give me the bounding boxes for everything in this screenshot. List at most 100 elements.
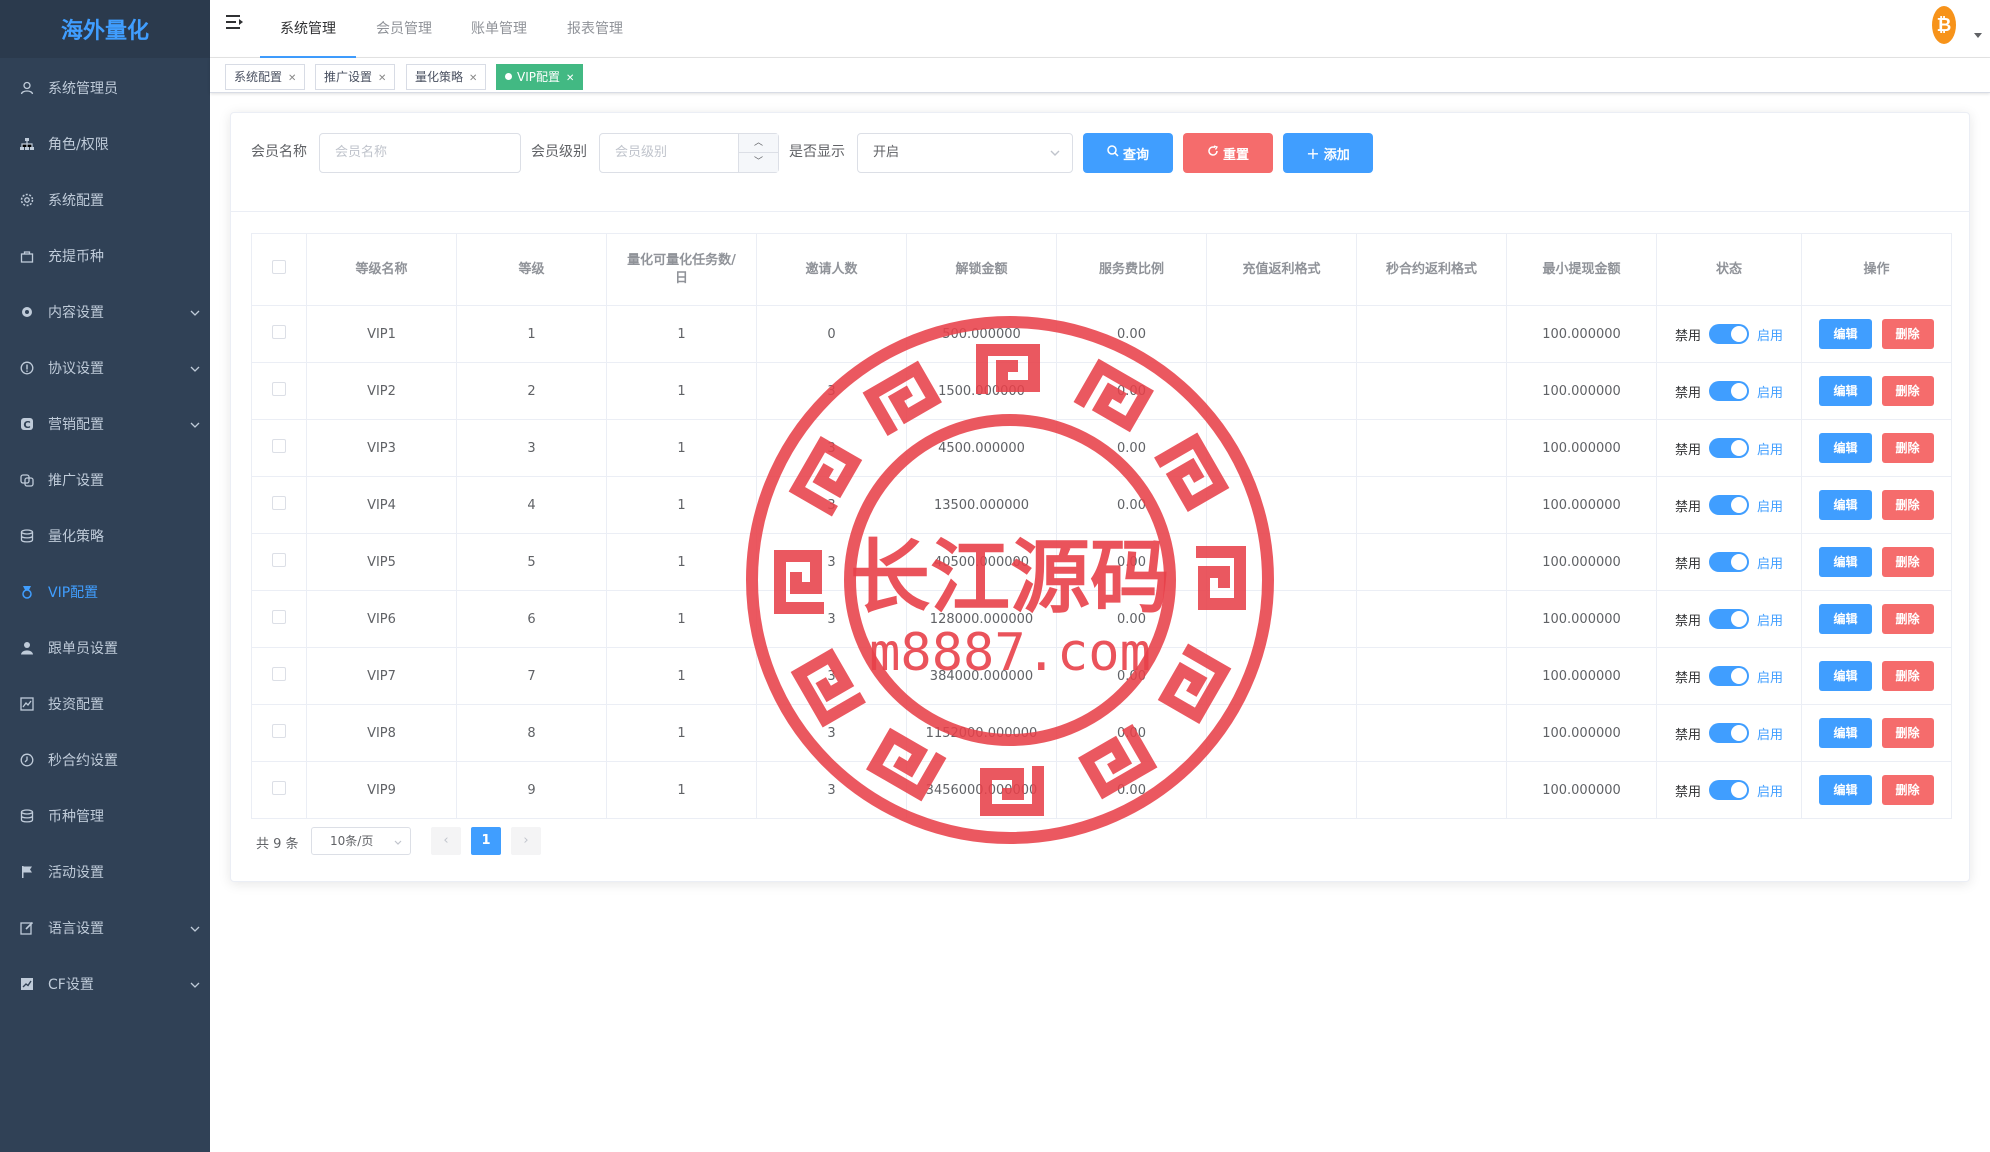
delete-button[interactable]: 删除 <box>1881 433 1934 463</box>
sidebar-item-17[interactable]: CF设置 <box>0 956 210 1012</box>
select-all-checkbox[interactable] <box>251 233 307 306</box>
row-checkbox[interactable] <box>251 476 307 534</box>
member-level-input[interactable]: 会员级别 ︿ ﹀ <box>599 133 779 173</box>
member-name-input[interactable]: 会员名称 <box>319 133 521 173</box>
edit-button[interactable]: 编辑 <box>1819 604 1872 634</box>
app-logo[interactable]: 海外量化 <box>0 0 210 58</box>
sidebar-item-6[interactable]: 协议设置 <box>0 340 210 396</box>
chevron-down-icon <box>190 304 200 320</box>
delete-button[interactable]: 删除 <box>1881 718 1934 748</box>
edit-button[interactable]: 编辑 <box>1819 433 1872 463</box>
sidebar-item-1[interactable]: 系统管理员 <box>0 60 210 116</box>
sidebar-item-2[interactable]: 角色/权限 <box>0 116 210 172</box>
sidebar-item-4[interactable]: 充提币种 <box>0 228 210 284</box>
delete-button[interactable]: 删除 <box>1881 547 1934 577</box>
edit-button[interactable]: 编辑 <box>1819 718 1872 748</box>
cell-name: VIP5 <box>306 533 457 591</box>
cell-actions: 编辑 删除 <box>1801 305 1952 363</box>
sidebar-item-10[interactable]: VIP配置 <box>0 564 210 620</box>
edit-button[interactable]: 编辑 <box>1819 376 1872 406</box>
status-on-label: 启用 <box>1757 328 1784 344</box>
edit-button[interactable]: 编辑 <box>1819 775 1872 805</box>
status-toggle[interactable] <box>1709 552 1749 572</box>
row-checkbox[interactable] <box>251 419 307 477</box>
delete-button[interactable]: 删除 <box>1881 490 1934 520</box>
row-checkbox[interactable] <box>251 647 307 705</box>
tag-strategy[interactable]: 量化策略 ✕ <box>406 64 487 90</box>
status-toggle[interactable] <box>1709 609 1749 629</box>
row-checkbox[interactable] <box>251 704 307 762</box>
tab-system[interactable]: 系统管理 <box>260 0 356 58</box>
row-checkbox[interactable] <box>251 761 307 819</box>
row-checkbox[interactable] <box>251 533 307 591</box>
status-toggle[interactable] <box>1709 324 1749 344</box>
sidebar-item-13[interactable]: 秒合约设置 <box>0 732 210 788</box>
sidebar-item-7[interactable]: C 营销配置 <box>0 396 210 452</box>
delete-button[interactable]: 删除 <box>1881 775 1934 805</box>
caret-down-icon[interactable] <box>1974 28 1982 43</box>
cell-min_withdraw: 100.000000 <box>1506 647 1657 705</box>
display-select[interactable]: 开启 <box>857 133 1073 173</box>
sidebar-item-8[interactable]: 推广设置 <box>0 452 210 508</box>
stepper-up-icon[interactable]: ︿ <box>739 134 778 153</box>
chart-icon <box>18 695 36 713</box>
sidebar-item-3[interactable]: 系统配置 <box>0 172 210 228</box>
close-icon[interactable]: ✕ <box>378 73 386 84</box>
tab-bills[interactable]: 账单管理 <box>471 0 527 58</box>
sidebar-item-14[interactable]: 币种管理 <box>0 788 210 844</box>
cell-unlock: 384000.000000 <box>906 647 1057 705</box>
close-icon[interactable]: ✕ <box>469 73 477 84</box>
edit-button[interactable]: 编辑 <box>1819 490 1872 520</box>
row-checkbox[interactable] <box>251 362 307 420</box>
sidebar-item-11[interactable]: 跟单员设置 <box>0 620 210 676</box>
sidebar-item-9[interactable]: 量化策略 <box>0 508 210 564</box>
delete-button[interactable]: 删除 <box>1881 376 1934 406</box>
edit-button[interactable]: 编辑 <box>1819 661 1872 691</box>
status-toggle[interactable] <box>1709 495 1749 515</box>
delete-button[interactable]: 删除 <box>1881 604 1934 634</box>
tab-members[interactable]: 会员管理 <box>376 0 432 58</box>
delete-button[interactable]: 删除 <box>1881 661 1934 691</box>
cell-actions: 编辑 删除 <box>1801 362 1952 420</box>
edit-button[interactable]: 编辑 <box>1819 547 1872 577</box>
prev-page-button[interactable]: ‹ <box>431 827 461 855</box>
cell-recharge <box>1206 362 1357 420</box>
cell-tasks: 1 <box>606 419 757 477</box>
close-icon[interactable]: ✕ <box>288 73 296 84</box>
reset-button[interactable]: 重置 <box>1183 133 1273 173</box>
bitcoin-avatar-icon[interactable]: ₿ <box>1932 6 1956 44</box>
refresh-icon <box>1207 145 1219 161</box>
status-toggle[interactable] <box>1709 666 1749 686</box>
sidebar-item-5[interactable]: 内容设置 <box>0 284 210 340</box>
page-size-select[interactable]: 10条/页 <box>311 827 411 855</box>
divider <box>231 211 1969 212</box>
tag-promo[interactable]: 推广设置 ✕ <box>315 64 396 90</box>
edit-icon <box>18 919 36 937</box>
level-stepper[interactable]: ︿ ﹀ <box>738 134 778 172</box>
delete-button[interactable]: 删除 <box>1881 319 1934 349</box>
cell-status: 禁用 启用 <box>1656 476 1802 534</box>
sidebar-item-12[interactable]: 投资配置 <box>0 676 210 732</box>
sidebar-item-15[interactable]: 活动设置 <box>0 844 210 900</box>
add-button[interactable]: + 添加 <box>1283 133 1373 173</box>
edit-button[interactable]: 编辑 <box>1819 319 1872 349</box>
search-icon <box>1107 145 1119 161</box>
status-toggle[interactable] <box>1709 438 1749 458</box>
status-toggle[interactable] <box>1709 780 1749 800</box>
stepper-down-icon[interactable]: ﹀ <box>739 153 778 172</box>
search-button[interactable]: 查询 <box>1083 133 1173 173</box>
tag-system-config[interactable]: 系统配置 ✕ <box>225 64 306 90</box>
sidebar-item-label: 系统管理员 <box>48 81 118 97</box>
next-page-button[interactable]: › <box>511 827 541 855</box>
status-off-label: 禁用 <box>1674 556 1701 572</box>
sidebar-item-16[interactable]: 语言设置 <box>0 900 210 956</box>
hamburger-icon[interactable] <box>226 14 244 34</box>
row-checkbox[interactable] <box>251 590 307 648</box>
row-checkbox[interactable] <box>251 305 307 363</box>
tag-vip-config[interactable]: VIP配置 ✕ <box>496 64 584 90</box>
status-toggle[interactable] <box>1709 381 1749 401</box>
status-toggle[interactable] <box>1709 723 1749 743</box>
close-icon[interactable]: ✕ <box>566 73 574 84</box>
page-1-button[interactable]: 1 <box>471 827 501 855</box>
tab-reports[interactable]: 报表管理 <box>567 0 623 58</box>
